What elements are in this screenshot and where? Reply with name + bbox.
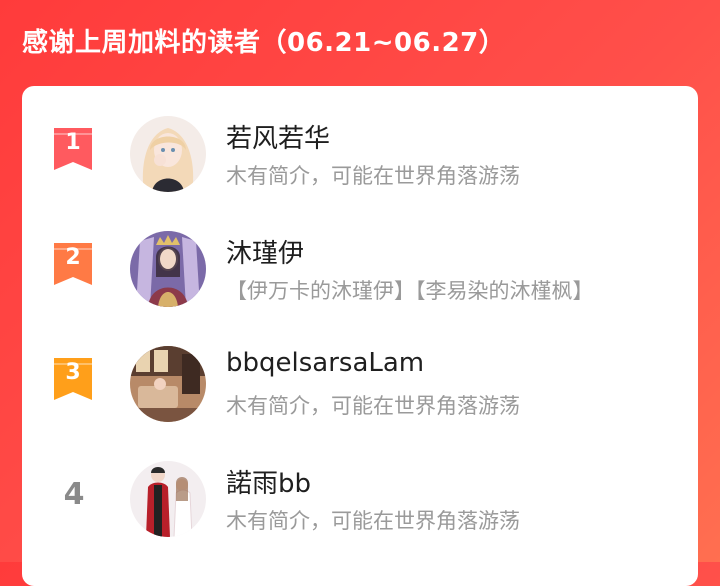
rank-number: 2: [65, 245, 81, 270]
reader-name: 諾雨bb: [226, 469, 312, 499]
reader-bio: 木有简介，可能在世界角落游荡: [226, 509, 520, 533]
reader-name: 沐瑾伊: [226, 239, 305, 269]
reader-name: bbqelsarsaLam: [226, 348, 425, 378]
reader-bio: 木有简介，可能在世界角落游荡: [226, 394, 520, 418]
rank-badge-1: 1: [54, 128, 92, 176]
rank-number: 3: [65, 360, 81, 385]
room-scene-avatar-icon: [130, 346, 206, 422]
avatar[interactable]: [130, 116, 206, 192]
anime-girl-avatar-icon: [130, 116, 206, 192]
avatar[interactable]: [130, 346, 206, 422]
rank-number: 1: [65, 130, 81, 155]
reader-ranking-list: 1 若风若华 木有简介，可能在世界角落游荡 2 沐瑾伊 【伊万卡的沐瑾伊】【李易…: [22, 86, 698, 586]
rank-badge-3: 3: [54, 358, 92, 406]
rank-number: 4: [63, 477, 85, 512]
reader-bio: 木有简介，可能在世界角落游荡: [226, 164, 520, 188]
couple-avatar-icon: [130, 461, 206, 537]
list-item[interactable]: 1 若风若华 木有简介，可能在世界角落游荡: [22, 108, 698, 198]
list-item[interactable]: 4 諾雨bb 木有简介，可能在世界角落游荡: [22, 453, 698, 543]
princess-throne-avatar-icon: [130, 231, 206, 307]
avatar[interactable]: [130, 231, 206, 307]
list-item[interactable]: 3 bbqelsarsaLam 木有简介，可能在世界角落游荡: [22, 338, 698, 428]
page-title: 感谢上周加料的读者（06.21~06.27）: [22, 28, 506, 58]
reader-name: 若风若华: [226, 124, 331, 154]
list-item[interactable]: 2 沐瑾伊 【伊万卡的沐瑾伊】【李易染的沐槿枫】: [22, 223, 698, 313]
avatar[interactable]: [130, 461, 206, 537]
reader-bio: 【伊万卡的沐瑾伊】【李易染的沐槿枫】: [226, 279, 594, 303]
rank-badge-2: 2: [54, 243, 92, 291]
